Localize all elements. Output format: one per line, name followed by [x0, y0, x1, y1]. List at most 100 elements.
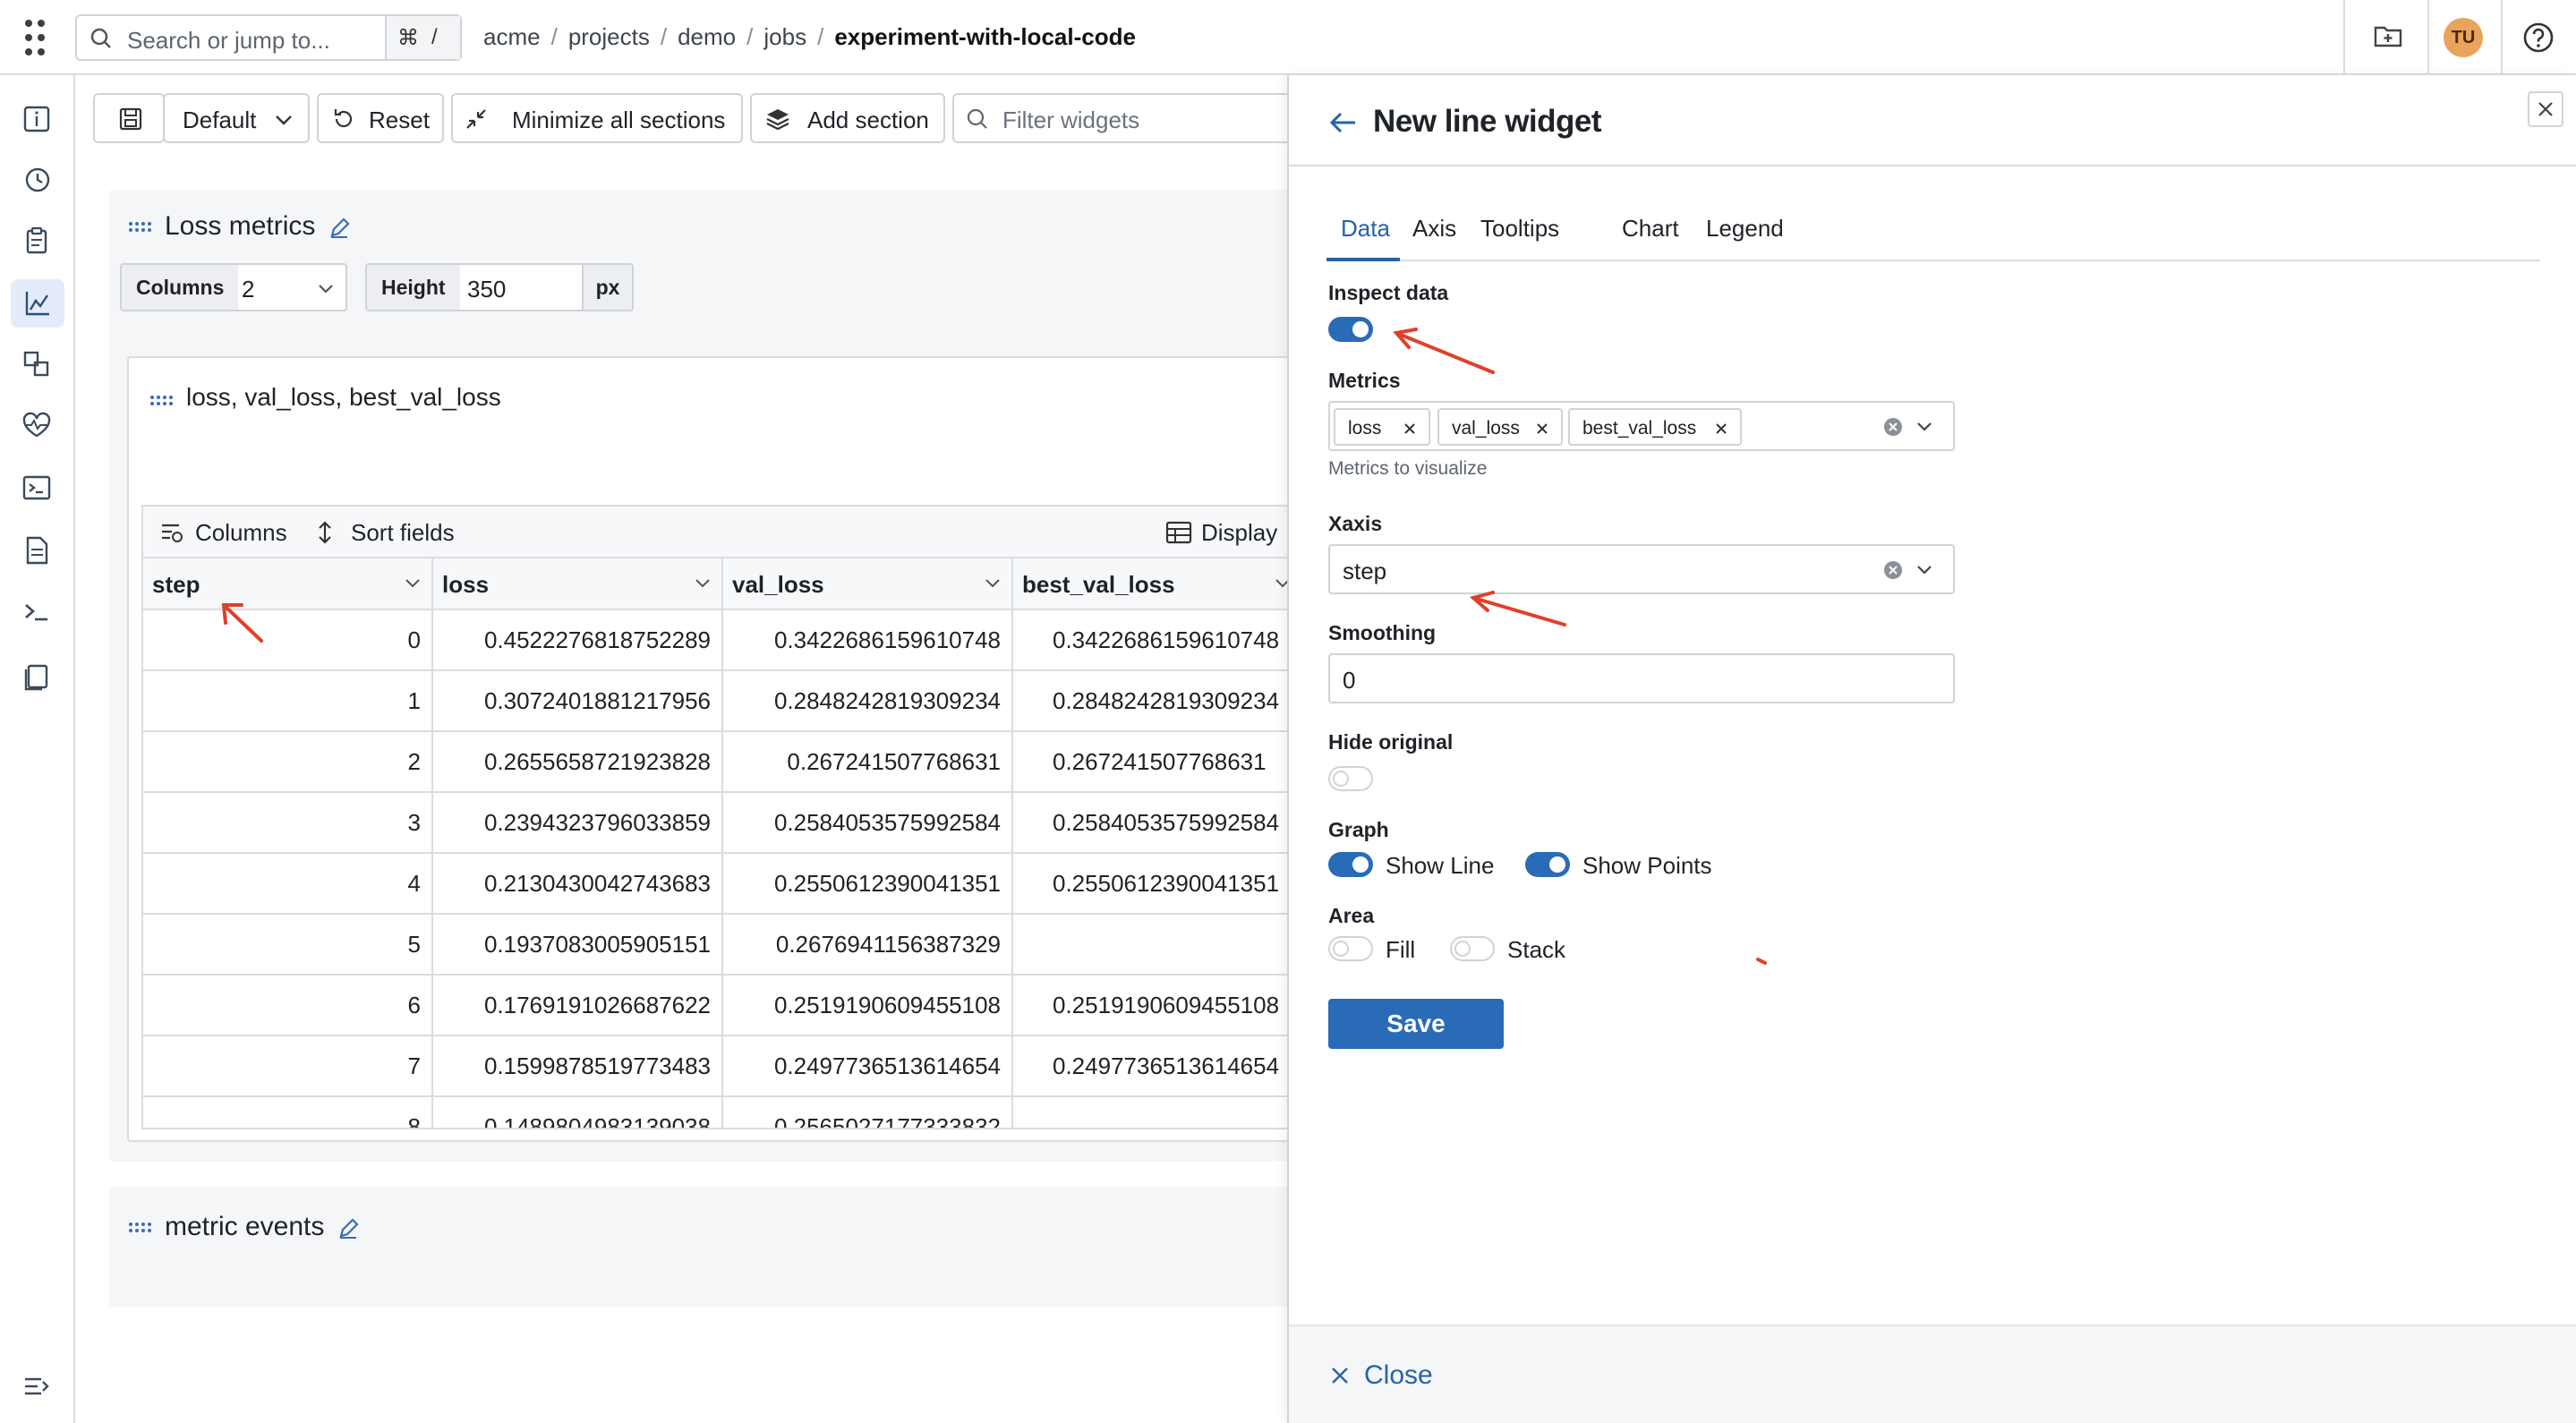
minimize-all-button[interactable]: Minimize all sections — [451, 93, 743, 143]
breadcrumb-projects[interactable]: projects — [568, 23, 650, 50]
artifacts-icon[interactable] — [21, 349, 52, 379]
show-line-toggle[interactable] — [1328, 852, 1373, 877]
height-input[interactable]: Height 350 px — [365, 263, 634, 311]
table-columns-button[interactable]: Columns — [195, 519, 287, 547]
header-val-loss[interactable]: val_loss — [723, 558, 1013, 610]
tab-axis[interactable]: Axis — [1412, 215, 1456, 243]
tab-tooltips[interactable]: Tooltips — [1480, 215, 1559, 243]
history-icon[interactable] — [21, 165, 52, 195]
view-select[interactable]: Default — [163, 93, 310, 143]
height-label: Height — [367, 265, 460, 310]
smoothing-value: 0 — [1343, 667, 1356, 694]
top-bar: Search or jump to... ⌘ / acme / projects / d… — [0, 0, 2576, 75]
close-button[interactable]: Close — [1364, 1360, 1433, 1391]
chevron-down-icon[interactable] — [1915, 564, 1933, 576]
metric-chip-loss: loss — [1334, 408, 1430, 446]
add-section-label: Add section — [807, 107, 929, 133]
sort-icon — [319, 521, 331, 544]
remove-chip-icon[interactable] — [1715, 422, 1727, 435]
drag-handle-icon[interactable] — [150, 396, 173, 405]
clipboard-icon[interactable] — [21, 226, 52, 256]
clear-icon[interactable] — [1883, 560, 1903, 580]
smoothing-input[interactable]: 0 — [1328, 653, 1955, 703]
widget-card: loss, val_loss, best_val_loss Columns So… — [127, 356, 1305, 1142]
close-panel-button[interactable] — [2528, 91, 2563, 127]
metrics-select[interactable]: loss val_loss best_val_loss — [1328, 401, 1955, 451]
table-row: 2 0.2655658721923828 0.267241507768631 0.26… — [143, 732, 1303, 793]
cell-loss: 0.4522276818752289 — [433, 610, 723, 669]
save-layout-button[interactable] — [93, 93, 165, 143]
edit-pencil-icon[interactable] — [337, 1217, 360, 1240]
cell-step: 4 — [143, 854, 433, 913]
chart-icon — [25, 292, 49, 316]
cell-val-loss: 0.3422686159610748 — [723, 610, 1013, 669]
slash-key: / — [431, 25, 438, 49]
cell-step: 5 — [143, 915, 433, 974]
panel-title: New line widget — [1373, 104, 1602, 139]
help-icon[interactable] — [2522, 21, 2555, 54]
breadcrumb-acme[interactable]: acme — [483, 23, 541, 50]
cell-best-val-loss — [1013, 915, 1303, 974]
drag-handle-icon[interactable] — [129, 1223, 151, 1232]
reset-button[interactable]: Reset — [317, 93, 444, 143]
console-icon[interactable] — [21, 596, 52, 626]
cell-best-val-loss: 0.3422686159610748 — [1013, 610, 1303, 669]
table-row: 4 0.2130430042743683 0.2550612390041351 0.2… — [143, 854, 1303, 915]
panel-footer: Close — [1289, 1325, 2576, 1423]
monitoring-icon[interactable] — [21, 410, 52, 440]
table-header: step loss val_loss best_val_loss — [143, 558, 1303, 610]
chevron-down-icon — [695, 579, 710, 588]
graph-label: Graph — [1328, 818, 1389, 841]
terminal-window-icon[interactable] — [21, 473, 52, 503]
avatar[interactable]: TU — [2444, 18, 2483, 57]
cell-val-loss: 0.2848242819309234 — [723, 671, 1013, 730]
breadcrumb-jobs[interactable]: jobs — [763, 23, 806, 50]
header-loss[interactable]: loss — [433, 558, 723, 610]
hide-original-toggle[interactable] — [1328, 766, 1373, 791]
document-icon[interactable] — [21, 535, 52, 566]
expand-sidebar-icon[interactable] — [21, 1371, 52, 1402]
remove-chip-icon[interactable] — [1403, 422, 1416, 435]
tab-data[interactable]: Data — [1341, 215, 1390, 243]
cell-val-loss: 0.2676941156387329 — [723, 915, 1013, 974]
folder-plus-icon[interactable] — [2372, 20, 2404, 52]
chevron-down-icon[interactable] — [1915, 421, 1933, 433]
xaxis-select[interactable]: step — [1328, 544, 1955, 594]
columns-label: Columns — [122, 265, 239, 310]
sort-fields-button[interactable]: Sort fields — [351, 519, 455, 547]
height-value: 350 — [467, 276, 507, 302]
fill-toggle[interactable] — [1328, 936, 1373, 961]
table-row: 3 0.2394323796033859 0.2584053575992584 0.2… — [143, 793, 1303, 854]
clear-icon[interactable] — [1883, 417, 1903, 437]
tab-legend[interactable]: Legend — [1706, 215, 1784, 243]
cell-step: 8 — [143, 1097, 433, 1128]
charts-nav-item[interactable] — [11, 279, 64, 328]
add-section-button[interactable]: Add section — [750, 93, 945, 143]
show-points-toggle[interactable] — [1525, 852, 1570, 877]
tab-chart[interactable]: Chart — [1622, 215, 1679, 243]
edit-pencil-icon[interactable] — [328, 217, 351, 240]
breadcrumb-demo[interactable]: demo — [678, 23, 736, 50]
chevron-down-icon — [276, 115, 292, 125]
info-icon[interactable] — [21, 104, 52, 134]
remove-chip-icon[interactable] — [1536, 422, 1548, 435]
save-icon — [119, 107, 142, 131]
stack-toggle[interactable] — [1450, 936, 1495, 961]
back-arrow-icon[interactable] — [1328, 109, 1359, 136]
columns-select[interactable]: Columns 2 — [120, 263, 347, 311]
notebook-icon[interactable] — [21, 662, 52, 693]
xaxis-value: step — [1343, 558, 1387, 584]
smoothing-label: Smoothing — [1328, 621, 1437, 644]
header-step[interactable]: step — [143, 558, 433, 610]
inspect-data-toggle[interactable] — [1328, 317, 1373, 342]
header-best-val-loss[interactable]: best_val_loss — [1013, 558, 1303, 610]
save-button[interactable]: Save — [1328, 999, 1504, 1049]
filter-widgets-input[interactable]: Filter widgets — [952, 93, 1289, 143]
layers-icon — [766, 109, 789, 131]
app-menu-icon[interactable] — [25, 20, 47, 55]
search-icon — [967, 108, 987, 129]
display-button[interactable]: Display — [1201, 519, 1277, 547]
cell-loss: 0.3072401881217956 — [433, 671, 723, 730]
drag-handle-icon[interactable] — [129, 222, 151, 232]
search-input[interactable]: Search or jump to... ⌘ / — [75, 14, 462, 61]
